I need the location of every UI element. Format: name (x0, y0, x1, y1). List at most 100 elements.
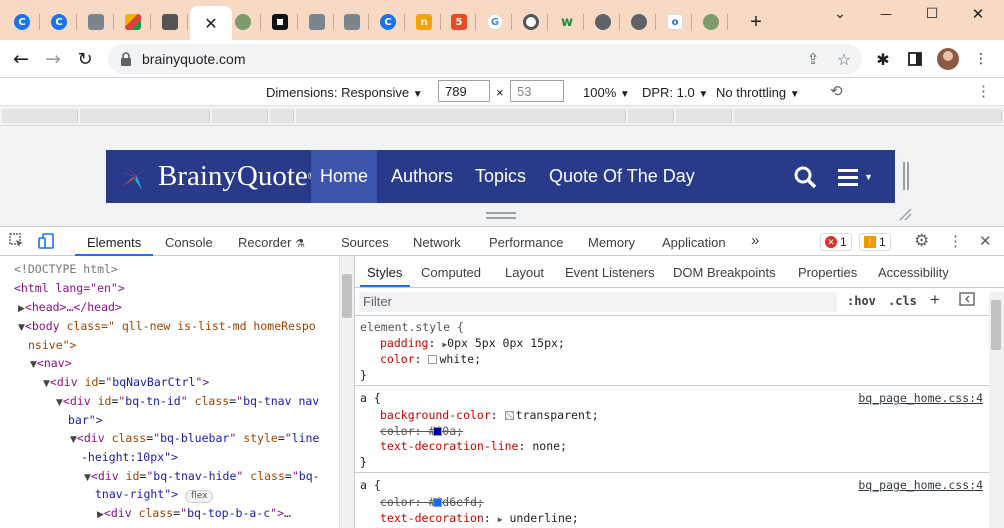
dom-node-doctype[interactable]: <!DOCTYPE html> (14, 262, 118, 276)
expand-triangle-icon[interactable]: ▶ (97, 510, 104, 520)
tab-html5[interactable]: 5 (447, 10, 471, 34)
expand-triangle-icon[interactable]: ▶ (498, 515, 503, 524)
share-button[interactable]: ⇪ (802, 48, 824, 70)
dom-node-navbarctrl[interactable]: ▼<div id="bqNavBarCtrl"> (43, 375, 209, 391)
toggle-sidebar-button[interactable] (959, 292, 975, 309)
color-swatch[interactable] (433, 427, 442, 436)
styles-filter-input[interactable]: Filter (359, 292, 837, 312)
stylesheet-link[interactable]: bq_page_home.css:4 (858, 478, 983, 493)
hover-state-toggle[interactable]: :hov (847, 294, 876, 308)
style-property[interactable]: padding: ▶0px 5px 0px 15px; (380, 336, 565, 352)
ruler-segment[interactable] (2, 109, 78, 123)
rule-selector[interactable]: element.style { (360, 320, 464, 335)
tab-google[interactable]: G (483, 10, 507, 34)
tab-logo[interactable] (158, 10, 182, 34)
rotate-button[interactable]: ⟲ (830, 82, 843, 100)
expand-triangle-icon[interactable]: ▶ (18, 304, 25, 314)
style-property[interactable]: background-color: transparent; (380, 408, 599, 423)
dom-node-bluebar[interactable]: ▼<div class="bq-bluebar" style="line (70, 431, 319, 447)
viewport-resize-handle-right[interactable] (903, 162, 909, 190)
width-input[interactable]: 789 (438, 80, 490, 102)
style-property[interactable]: text-decoration: ▶ underline; (380, 511, 579, 527)
tab-layout[interactable]: Layout (505, 265, 544, 280)
dom-node-nav[interactable]: ▼<nav> (30, 356, 72, 372)
tab-o[interactable]: o (663, 10, 687, 34)
tab-application[interactable]: Application (662, 235, 726, 250)
tab-sources[interactable]: Sources (341, 235, 389, 250)
tab-w[interactable]: w (555, 10, 579, 34)
tab-network[interactable]: Network (413, 235, 461, 250)
dom-node-body[interactable]: ▼<body class=" qll-new is-list-md homeRe… (18, 319, 316, 335)
ruler-segment[interactable] (296, 109, 626, 123)
nav-home[interactable]: Home (311, 150, 377, 203)
back-button[interactable]: ← (10, 48, 32, 70)
more-tabs-button[interactable]: » (751, 232, 759, 249)
tab-computed[interactable]: Computed (421, 265, 481, 280)
dimensions-select[interactable]: Dimensions: Responsive ▼ (266, 85, 423, 100)
new-tab-button[interactable]: + (744, 10, 768, 34)
collapse-triangle-icon[interactable]: ▼ (30, 360, 37, 370)
tab-n[interactable]: n (412, 10, 436, 34)
nav-topics[interactable]: Topics (475, 150, 526, 203)
dom-node-html[interactable]: <html lang="en"> (14, 281, 125, 295)
profile-avatar[interactable] (937, 48, 959, 70)
tab-globe[interactable] (591, 10, 615, 34)
tab-paint[interactable] (121, 10, 145, 34)
class-toggle[interactable]: .cls (888, 294, 917, 308)
tab-chromium[interactable] (519, 10, 543, 34)
bookmark-button[interactable]: ☆ (833, 48, 855, 70)
reload-button[interactable]: ↻ (74, 48, 96, 70)
scrollbar-thumb[interactable] (342, 274, 352, 318)
device-menu-button[interactable]: ⋮ (976, 82, 991, 100)
close-window-button[interactable]: ✕ (962, 4, 994, 24)
minimize-button[interactable]: — (870, 4, 902, 24)
chrome-menu-button[interactable]: ⋮ (970, 48, 992, 70)
tab-qr[interactable] (268, 10, 292, 34)
dom-node-tnav-hide[interactable]: ▼<div id="bq-tnav-hide" class="bq- (84, 469, 320, 485)
close-tab-icon[interactable]: ✕ (200, 12, 222, 34)
tab-chrome[interactable]: C (47, 10, 71, 34)
nav-quote-of-the-day[interactable]: Quote Of The Day (549, 150, 695, 203)
ruler-segment[interactable] (628, 109, 674, 123)
tab-chrome[interactable]: C (10, 10, 34, 34)
close-devtools-button[interactable]: ✕ (979, 232, 992, 250)
tab-elements[interactable]: Elements (87, 235, 141, 250)
resize-corner-icon[interactable] (898, 207, 912, 221)
rule-selector[interactable]: a { (360, 478, 381, 493)
tab-dom-breakpoints[interactable]: DOM Breakpoints (673, 265, 776, 280)
devtools-menu-button[interactable]: ⋮ (948, 232, 963, 250)
side-panel-button[interactable] (904, 48, 926, 70)
ruler-segment[interactable] (80, 109, 210, 123)
tab-memory[interactable]: Memory (588, 235, 635, 250)
nav-authors[interactable]: Authors (391, 150, 453, 203)
styles-scrollbar[interactable] (989, 292, 1004, 528)
ruler-segment[interactable] (212, 109, 268, 123)
collapse-triangle-icon[interactable]: ▼ (43, 379, 50, 389)
viewport-resize-handle-bottom[interactable] (486, 212, 516, 219)
brainyquote-logo[interactable]: BrainyQuote® (120, 160, 314, 192)
tab-profile[interactable] (231, 10, 255, 34)
dom-node-tn-id[interactable]: ▼<div id="bq-tn-id" class="bq-tnav nav (56, 394, 319, 410)
tab-avatar[interactable] (340, 10, 364, 34)
tab-profile[interactable] (699, 10, 723, 34)
new-rule-button[interactable]: + (930, 290, 940, 310)
forward-button[interactable]: → (42, 48, 64, 70)
style-property[interactable]: text-decoration-line: none; (380, 439, 567, 454)
tab-avatar[interactable] (84, 10, 108, 34)
address-bar[interactable]: brainyquote.com ⇪ ☆ (108, 44, 862, 74)
collapse-triangle-icon[interactable]: ▼ (56, 398, 63, 408)
stylesheet-link[interactable]: bq_page_home.css:4 (858, 391, 983, 406)
style-property-overridden[interactable]: color: #0d6efd; (380, 495, 484, 510)
collapse-triangle-icon[interactable]: ▼ (70, 435, 77, 445)
tab-styles[interactable]: Styles (367, 265, 402, 280)
dpr-select[interactable]: DPR: 1.0 ▼ (642, 85, 708, 100)
rule-selector[interactable]: a { (360, 391, 381, 406)
style-property-overridden[interactable]: color: #00a; (380, 424, 463, 439)
tab-event-listeners[interactable]: Event Listeners (565, 265, 655, 280)
style-property[interactable]: color: white; (380, 352, 481, 367)
zoom-select[interactable]: 100% ▼ (583, 85, 630, 100)
tab-search-button[interactable]: ⌄ (824, 4, 856, 24)
tab-performance[interactable]: Performance (489, 235, 563, 250)
site-search-button[interactable] (793, 150, 817, 203)
tab-chrome[interactable]: C (376, 10, 400, 34)
